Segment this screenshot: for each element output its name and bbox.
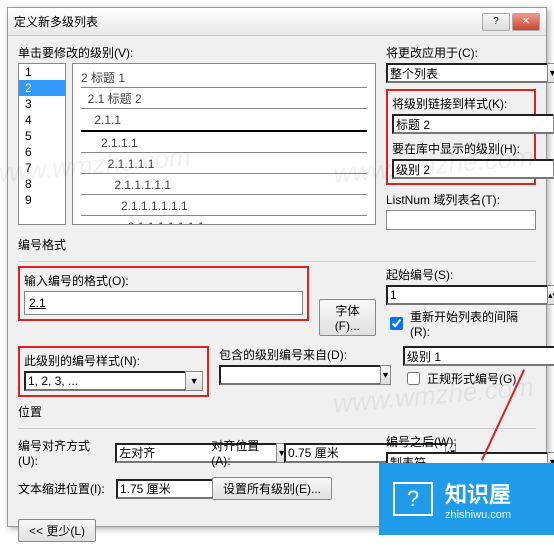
legal-label: 正规形式编号(G) [427, 370, 516, 387]
indent-input[interactable]: ▴▾ [116, 479, 206, 499]
levels-label: 单击要修改的级别(V): [18, 44, 376, 61]
apply-to-label: 将更改应用于(C): [386, 44, 536, 61]
gallery-label: 要在库中显示的级别(H): [392, 140, 530, 157]
font-button[interactable]: 字体(F)... [319, 299, 376, 336]
legal-checkbox[interactable] [407, 372, 420, 385]
titlebar: 定义新多级列表 ? ✕ [8, 8, 546, 36]
number-format-section: 编号格式 [18, 236, 536, 253]
less-button[interactable]: << 更少(L) [18, 519, 96, 542]
branding-name: 知识屋 [445, 477, 511, 509]
level-item[interactable]: 2 [19, 80, 65, 96]
include-from-select[interactable]: ▼ [219, 365, 379, 385]
level-item[interactable]: 5 [19, 128, 65, 144]
chevron-down-icon: ▼ [547, 63, 554, 83]
set-all-levels-button[interactable]: 设置所有级别(E)... [212, 477, 332, 500]
restart-level-select[interactable]: ▼ [403, 346, 533, 366]
close-button[interactable]: ✕ [512, 13, 540, 31]
level-item[interactable]: 7 [19, 160, 65, 176]
help-button[interactable]: ? [482, 13, 510, 31]
link-style-select[interactable]: ▼ [392, 114, 530, 134]
level-item[interactable]: 1 [19, 64, 65, 80]
chevron-down-icon: ▼ [185, 371, 203, 391]
number-format-input[interactable] [24, 291, 303, 315]
start-at-label: 起始编号(S): [386, 266, 536, 283]
number-format-label: 输入编号的格式(O): [24, 272, 303, 289]
indent-label: 文本缩进位置(I): [18, 480, 110, 497]
align-label: 编号对齐方式(U): [18, 437, 109, 468]
start-at-input[interactable]: ▴▾ [386, 285, 536, 305]
level-listbox[interactable]: 1 2 3 4 5 6 7 8 9 [18, 63, 66, 225]
position-section: 位置 [18, 403, 536, 420]
apply-to-select[interactable]: ▼ [386, 63, 536, 83]
branding-domain: zhishiwu.com [445, 509, 511, 521]
align-select[interactable]: ▼ [115, 443, 205, 463]
follow-label: 编号之后(W): [386, 433, 536, 450]
restart-label: 重新开始列表的间隔(R): [410, 308, 536, 339]
number-style-select[interactable]: ▼ [24, 371, 203, 391]
level-item[interactable]: 9 [19, 192, 65, 208]
listnum-input[interactable] [386, 210, 536, 230]
align-at-input[interactable]: ▴▾ [284, 443, 374, 463]
spinner-icon[interactable]: ▴▾ [547, 285, 554, 305]
level-item[interactable]: 4 [19, 112, 65, 128]
restart-checkbox[interactable] [390, 317, 403, 330]
link-style-label: 将级别链接到样式(K): [392, 95, 530, 112]
include-from-label: 包含的级别编号来自(D): [219, 346, 379, 363]
listnum-label: ListNum 域列表名(T): [386, 191, 536, 208]
branding-overlay: ? 知识屋 zhishiwu.com [379, 463, 554, 535]
dialog-title: 定义新多级列表 [14, 13, 482, 30]
gallery-select[interactable]: ▼ [392, 159, 530, 179]
align-at-label: 对齐位置(A): [211, 437, 278, 468]
preview-pane: 2 标题 1 2.1 标题 2 2.1.1 2.1.1.1 2.1.1.1.1 … [72, 63, 376, 225]
branding-icon: ? [393, 482, 433, 516]
level-item[interactable]: 8 [19, 176, 65, 192]
level-item[interactable]: 3 [19, 96, 65, 112]
level-item[interactable]: 6 [19, 144, 65, 160]
dialog: 定义新多级列表 ? ✕ 单击要修改的级别(V): 1 2 3 4 5 6 7 [7, 7, 547, 527]
number-style-label: 此级别的编号样式(N): [24, 352, 203, 369]
